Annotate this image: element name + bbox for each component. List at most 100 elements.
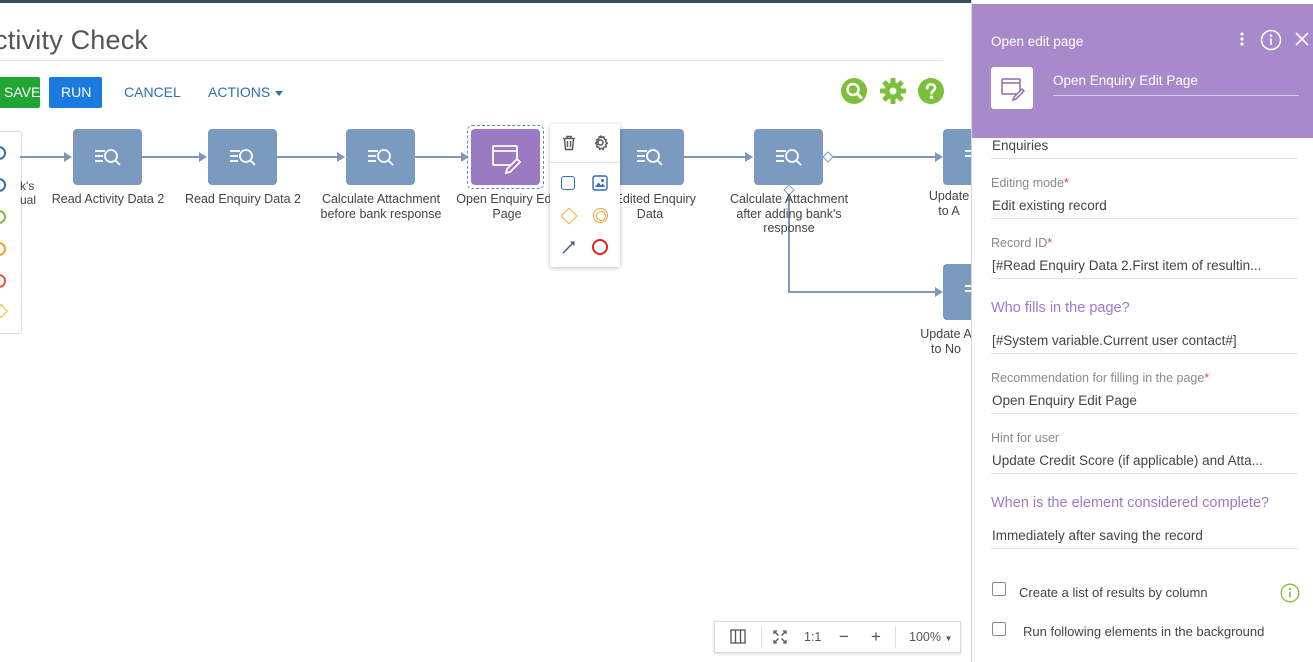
actions-menu-button[interactable]: ACTIONS [208,77,284,108]
connector-arrow-icon[interactable] [561,239,577,255]
close-icon[interactable] [1294,31,1310,47]
completion-heading: When is the element considered complete? [991,495,1270,511]
arrow-icon [745,152,753,162]
fit-to-screen-icon[interactable] [773,622,787,652]
run-in-background-checkbox[interactable] [992,622,1006,636]
node-label: Calculate Attachment after adding bank's… [714,192,864,236]
connector[interactable] [20,156,65,158]
connector[interactable] [830,156,936,158]
object-field[interactable]: Enquiries [992,138,1048,153]
panel-title: Open edit page [991,34,1084,49]
field-underline [991,158,1299,159]
caret-down-icon [275,90,284,96]
task-shape-icon[interactable] [561,176,575,190]
node-update-partial-bottom[interactable] [943,264,971,320]
field-underline [991,548,1299,549]
element-properties-panel: Open edit page Open Enquiry Edit Page En… [971,0,1313,662]
menu-separator [550,162,620,163]
node-read-activity-data-2[interactable] [73,129,142,185]
gear-icon[interactable] [880,78,906,104]
image-task-icon[interactable] [592,175,608,191]
connector[interactable] [277,156,338,158]
run-button[interactable]: RUN [49,77,102,108]
field-underline [991,278,1299,279]
title-underline [0,60,943,61]
trash-icon[interactable] [562,135,576,151]
cancel-label: CANCEL [124,84,181,100]
required-mark: * [1063,176,1069,190]
completion-field[interactable]: Immediately after saving the record [992,528,1203,543]
node-label: Update to A [924,189,971,218]
end-event-shape-icon[interactable] [592,239,608,255]
arrow-icon [935,152,943,162]
minimap-icon[interactable] [730,622,746,652]
editing-mode-label: Editing mode* [991,176,1069,190]
node-label-line: Calculate Attachment [729,192,849,206]
connector[interactable] [788,291,936,293]
node-label-line: to A [938,203,960,218]
element-name-field[interactable]: Open Enquiry Edit Page [1053,73,1198,88]
toolbar-separator [895,626,896,648]
who-fills-field[interactable]: [#System variable.Current user contact#] [992,333,1237,348]
arrow-icon [935,287,943,297]
field-underline [991,353,1299,354]
element-type-icon [991,67,1033,109]
recommendation-field[interactable]: Open Enquiry Edit Page [992,393,1137,408]
process-title[interactable]: ctivity Check [0,25,148,56]
required-mark: * [1047,236,1053,250]
recommendation-label: Recommendation for filling in the page* [991,371,1209,385]
label-text: Editing mode [991,176,1064,190]
node-label-line: after adding bank's [736,206,842,221]
hint-field[interactable]: Update Credit Score (if applicable) and … [992,453,1263,468]
zoom-level-select[interactable]: 100% ▼ [909,622,952,652]
elements-palette[interactable] [0,131,22,334]
toolbar-separator [761,626,762,648]
zoom-out-button[interactable]: − [839,622,849,652]
info-icon[interactable] [1260,29,1282,51]
settings-icon[interactable] [592,134,609,151]
search-icon[interactable] [841,78,867,104]
node-read-edited-enquiry-data[interactable] [615,129,684,185]
cancel-button[interactable]: CANCEL [124,77,181,108]
node-label-line: response [763,221,815,235]
zoom-level: 100% [909,630,941,644]
field-underline [991,473,1299,474]
node-label: Read Enquiry Data 2 [168,192,318,207]
record-id-label: Record ID* [991,236,1052,250]
zoom-toolbar: 1:1 − + 100% ▼ [714,621,961,653]
process-designer-canvas[interactable]: ctivity Check SAVE RUN CANCEL ACTIONS k'… [0,3,971,662]
who-fills-heading: Who fills in the page? [991,300,1130,316]
node-calculate-attachment-after[interactable] [754,129,823,185]
zoom-in-button[interactable]: + [871,622,881,652]
node-label-line: Update [928,189,970,203]
editing-mode-field[interactable]: Edit existing record [992,198,1107,213]
connector[interactable] [415,156,462,158]
node-label-line: Update A [920,327,971,341]
save-button[interactable]: SAVE [0,77,40,108]
more-options-icon[interactable] [1237,30,1247,50]
actual-size-button[interactable]: 1:1 [804,622,821,652]
field-underline [991,218,1299,219]
record-id-field[interactable]: [#Read Enquiry Data 2.First item of resu… [992,258,1261,273]
connector[interactable] [142,156,200,158]
intermediate-event-shape-icon[interactable] [593,208,608,223]
connector[interactable] [684,156,746,158]
node-read-enquiry-data-2[interactable] [208,129,277,185]
element-context-menu [550,124,620,267]
node-calculate-attachment-before[interactable] [346,129,415,185]
arrow-icon [64,152,72,162]
field-underline [991,413,1299,414]
help-icon[interactable] [918,78,944,104]
element-name-underline [1053,95,1299,96]
info-icon[interactable] [1280,583,1300,603]
run-in-background-label: Run following elements in the background [1023,624,1265,639]
gateway-shape-icon[interactable] [560,207,578,225]
partial-node-label-1: k's [20,179,35,193]
node-update-partial-top[interactable] [943,129,971,185]
node-open-enquiry-edit-page[interactable] [471,129,540,185]
node-label-line: to No [931,341,961,356]
label-text: Recommendation for filling in the page [991,371,1205,385]
node-label-line: Read Activity Data 2 [51,192,165,206]
results-by-column-checkbox[interactable] [992,582,1006,596]
arrow-icon [337,152,345,162]
